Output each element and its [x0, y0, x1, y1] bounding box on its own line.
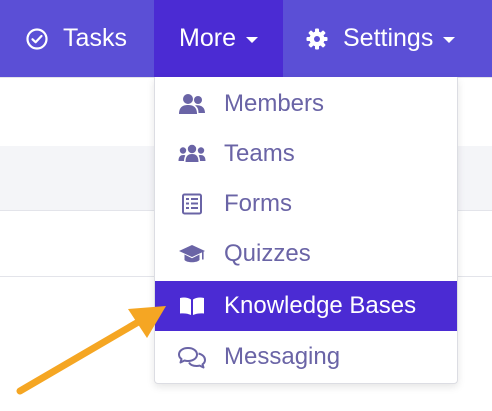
- annotation-arrow: [16, 306, 166, 395]
